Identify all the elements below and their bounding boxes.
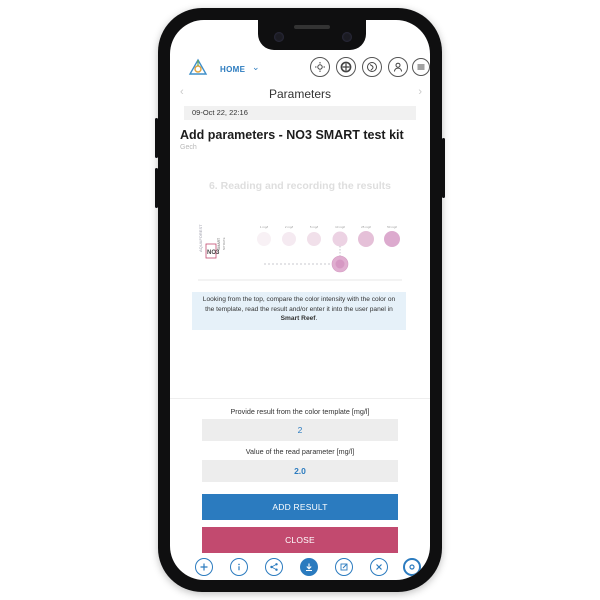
info-text-end: .: [315, 315, 318, 323]
app-header: HOME ⌄: [170, 52, 430, 84]
color-template-image: AQUAFOREST NO3 SMART NITRATE 1 mg/l 2 mg/…: [192, 206, 408, 284]
read-value-label: Value of the read parameter [mg/l]: [245, 447, 355, 456]
date-bar: 09-Oct 22, 22:16: [184, 106, 416, 120]
scale-label: 2 mg/l: [285, 225, 294, 229]
section-divider: [170, 398, 430, 399]
page-heading: Add parameters - NO3 SMART test kit: [180, 128, 404, 142]
add-result-button[interactable]: ADD RESULT: [202, 494, 398, 520]
notch: [258, 20, 366, 50]
color-swatch: [307, 232, 321, 246]
date-text: 09-Oct 22, 22:16: [192, 108, 248, 117]
camera-icon: [274, 32, 284, 42]
share-icon[interactable]: [265, 558, 283, 576]
scale-label: 10 mg/l: [335, 225, 345, 229]
download-icon[interactable]: [300, 558, 318, 576]
phone-screen: HOME ⌄ ‹ Parameters › 09-Oct 22, 22:16 A…: [170, 20, 430, 580]
edit-icon[interactable]: [335, 558, 353, 576]
info-text: Looking from the top, compare the color …: [202, 296, 396, 313]
user-icon[interactable]: [388, 57, 408, 77]
scale-label: 50 mg/l: [387, 225, 397, 229]
home-menu-label[interactable]: HOME: [220, 65, 245, 74]
color-swatch: [358, 231, 374, 247]
result-input[interactable]: 2: [202, 419, 398, 441]
template-brand: AQUAFOREST: [198, 224, 203, 252]
close-icon[interactable]: [370, 558, 388, 576]
info-highlight: Smart Reef: [280, 315, 316, 323]
speaker: [294, 25, 330, 29]
volume-button: [155, 118, 158, 158]
step-title: 6. Reading and recording the results: [208, 180, 392, 192]
template-kit-name: SMART: [217, 237, 221, 250]
color-swatch: [384, 231, 400, 247]
scale-label: 5 mg/l: [310, 225, 319, 229]
bottom-toolbar: [170, 558, 430, 580]
page-title: Parameters: [268, 87, 332, 101]
color-swatch: [282, 232, 296, 246]
chevron-down-icon[interactable]: ⌄: [252, 62, 260, 73]
logo-icon[interactable]: [188, 58, 208, 78]
scale-label: 25 mg/l: [361, 225, 371, 229]
volume-button: [155, 168, 158, 208]
template-kit-sub: NITRATE: [222, 237, 226, 250]
menu-icon[interactable]: [412, 58, 430, 76]
camera-icon: [342, 32, 352, 42]
result-field-label: Provide result from the color template […: [230, 407, 370, 416]
color-swatch: [257, 232, 271, 246]
close-button[interactable]: CLOSE: [202, 527, 398, 553]
power-button: [442, 138, 445, 198]
settings-icon[interactable]: [403, 558, 421, 576]
info-box: Looking from the top, compare the color …: [192, 292, 406, 330]
sun-icon[interactable]: [310, 57, 330, 77]
page-subheading: Gech: [180, 144, 197, 151]
filter-icon[interactable]: [336, 57, 356, 77]
globe-icon[interactable]: [362, 57, 382, 77]
info-icon[interactable]: [230, 558, 248, 576]
page-title-row: ‹ Parameters ›: [170, 84, 430, 104]
plus-icon[interactable]: [195, 558, 213, 576]
phone-frame: HOME ⌄ ‹ Parameters › 09-Oct 22, 22:16 A…: [155, 8, 445, 592]
read-value-field: 2.0: [202, 460, 398, 482]
chevron-right-icon[interactable]: ›: [418, 86, 422, 98]
color-swatch: [332, 231, 348, 247]
scale-label: 1 mg/l: [260, 225, 269, 229]
